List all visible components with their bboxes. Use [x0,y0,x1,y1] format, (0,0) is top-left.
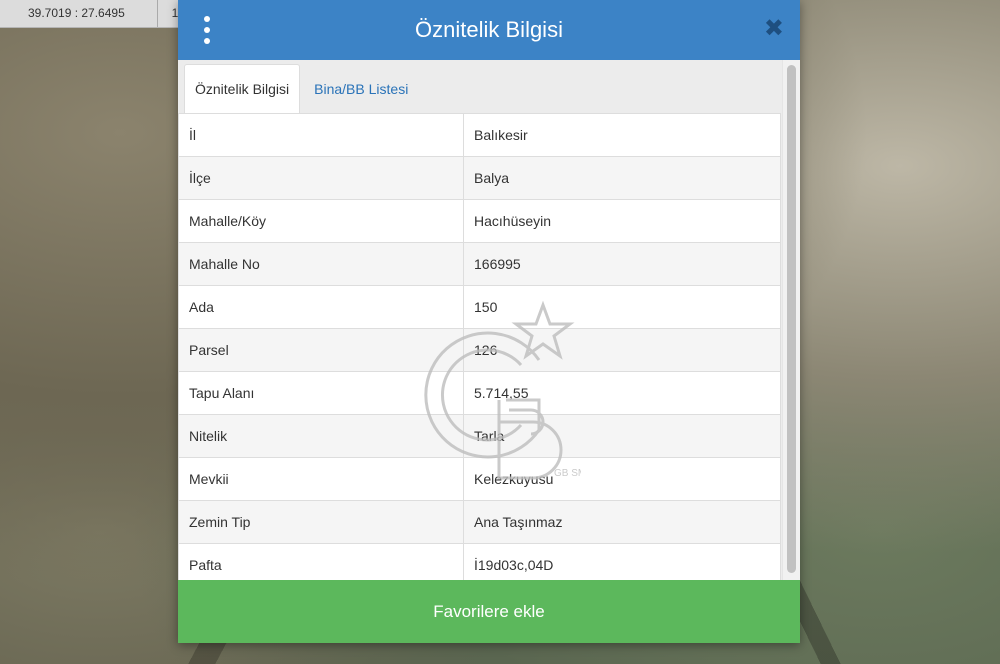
tab-bar: Öznitelik Bilgisi Bina/BB Listesi [184,63,418,113]
attribute-value: 150 [463,285,781,329]
attribute-name: Mevkii [178,457,464,501]
tab-building-list[interactable]: Bina/BB Listesi [300,65,418,113]
table-row: Parsel 126 [178,328,781,372]
attribute-name: Ada [178,285,464,329]
dialog-title: Öznitelik Bilgisi [415,17,563,42]
attribute-value: Balya [463,156,781,200]
add-to-favorites-button[interactable]: Favorilere ekle [178,580,800,643]
attribute-name: Nitelik [178,414,464,458]
table-row: Tapu Alanı 5.714,55 [178,371,781,415]
table-row: İlçe Balya [178,156,781,200]
table-row: Pafta İ19d03c,04D [178,543,781,580]
attribute-table: İl Balıkesir İlçe Balya Mahalle/Köy Hacıhüsey… [178,113,781,580]
coordinate-readout: 39.7019 : 27.6495 [0,0,158,27]
table-row: Mahalle No 166995 [178,242,781,286]
attribute-name: Pafta [178,543,464,580]
scrollbar[interactable] [782,60,800,580]
attribute-name: Parsel [178,328,464,372]
table-row: Zemin Tip Ana Taşınmaz [178,500,781,544]
attribute-value: 5.714,55 [463,371,781,415]
attribute-value: Kelezkuyusu [463,457,781,501]
table-row: İl Balıkesir [178,113,781,157]
attribute-name: Mahalle No [178,242,464,286]
table-row: Ada 150 [178,285,781,329]
attribute-value: İ19d03c,04D [463,543,781,580]
tab-attribute-info[interactable]: Öznitelik Bilgisi [184,64,301,113]
attribute-value: 166995 [463,242,781,286]
attribute-value: Balıkesir [463,113,781,157]
close-icon[interactable]: ✖ [764,15,784,43]
table-row: Mahalle/Köy Hacıhüseyin [178,199,781,243]
attribute-name: İlçe [178,156,464,200]
more-options-icon[interactable] [200,16,214,44]
dialog-content: Öznitelik Bilgisi Bina/BB Listesi İl Balı… [178,60,800,580]
attribute-value: 126 [463,328,781,372]
scrollbar-thumb[interactable] [787,65,796,573]
attribute-name: Zemin Tip [178,500,464,544]
attribute-info-dialog: Öznitelik Bilgisi ✖ Öznitelik Bilgisi Bi… [178,0,800,643]
dialog-header: Öznitelik Bilgisi ✖ [178,0,800,60]
coordinate-bar: 39.7019 : 27.6495 18 [0,0,200,28]
attribute-name: Mahalle/Köy [178,199,464,243]
attribute-table-container: İl Balıkesir İlçe Balya Mahalle/Köy Hacıhüsey… [178,113,781,580]
table-row: Mevkii Kelezkuyusu [178,457,781,501]
attribute-value: Tarla [463,414,781,458]
attribute-name: İl [178,113,464,157]
attribute-value: Ana Taşınmaz [463,500,781,544]
attribute-name: Tapu Alanı [178,371,464,415]
table-row: Nitelik Tarla [178,414,781,458]
attribute-value: Hacıhüseyin [463,199,781,243]
